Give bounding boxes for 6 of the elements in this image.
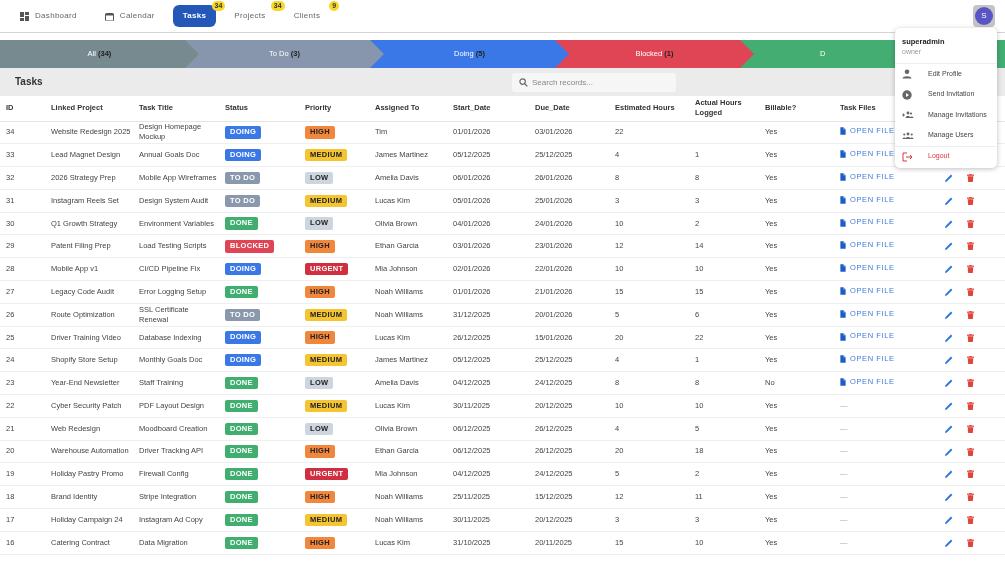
avatar-button[interactable]: S bbox=[973, 5, 995, 27]
nav-tab[interactable]: Calendar bbox=[94, 5, 165, 27]
nav-tab[interactable]: Clients bbox=[283, 5, 331, 27]
nav-tab[interactable]: Dashboard bbox=[10, 5, 87, 27]
page-title: Tasks bbox=[15, 76, 44, 88]
search-field[interactable]: Search records... bbox=[512, 72, 676, 92]
